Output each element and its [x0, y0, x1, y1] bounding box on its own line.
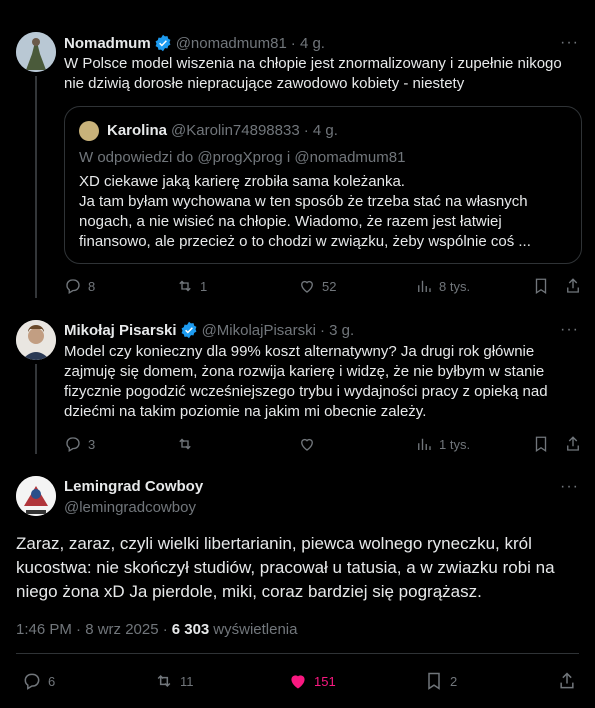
quote-text: XD ciekawe jaką karierę zrobiła sama kol… — [79, 173, 531, 250]
main-views-label: wyświetlenia — [213, 621, 298, 638]
repost-button[interactable] — [176, 435, 200, 453]
quoted-tweet[interactable]: Karolina @Karolin74898833 · 4 g. W odpow… — [64, 106, 582, 264]
quote-avatar — [79, 121, 99, 141]
repost-icon — [179, 438, 191, 450]
divider — [16, 653, 579, 654]
like-count: 52 — [322, 278, 337, 294]
bookmark-icon — [535, 278, 547, 295]
views-button[interactable]: 8 tys. — [415, 277, 470, 295]
thread-line — [35, 76, 37, 298]
heart-icon — [301, 280, 313, 293]
reply-icon — [66, 279, 80, 294]
author-name[interactable]: Mikołaj Pisarski — [64, 322, 177, 339]
views-button[interactable]: 1 tys. — [415, 435, 470, 453]
repost-button[interactable]: 11 — [154, 671, 194, 691]
repost-button[interactable]: 1 — [176, 277, 207, 295]
thread-line — [35, 364, 37, 454]
quote-reply-context: W odpowiedzi do @progXprog i @nomadmum81 — [79, 149, 406, 166]
more-options-icon[interactable]: ··· — [560, 321, 579, 339]
heart-icon — [301, 438, 313, 451]
more-options-icon[interactable]: ··· — [560, 478, 579, 496]
reply-icon — [66, 437, 80, 452]
repost-icon — [179, 280, 191, 292]
heart-filled-icon — [291, 675, 305, 689]
quote-timestamp: · 4 g. — [303, 122, 338, 139]
reply-count: 6 — [48, 673, 56, 689]
repost-count: 11 — [180, 673, 194, 689]
views-icon — [418, 438, 431, 450]
like-button[interactable]: 52 — [298, 277, 336, 295]
author-handle[interactable]: @MikolajPisarski — [202, 322, 316, 339]
bookmark-button[interactable] — [532, 277, 550, 295]
timestamp[interactable]: · 4 g. — [291, 35, 325, 52]
like-button[interactable] — [298, 435, 322, 453]
views-count: 8 tys. — [439, 278, 471, 294]
reply-button[interactable]: 8 — [64, 277, 95, 295]
reply-icon — [24, 673, 40, 690]
author-handle[interactable]: @lemingradcowboy — [64, 499, 196, 516]
bookmark-button[interactable]: 2 — [424, 671, 457, 691]
bookmark-icon — [428, 672, 440, 690]
reply-button[interactable]: 3 — [64, 435, 95, 453]
reply-count: 3 — [88, 436, 96, 452]
author-handle[interactable]: @nomadmum81 — [176, 35, 287, 52]
views-icon — [418, 280, 431, 292]
author-name[interactable]: Lemingrad Cowboy — [64, 478, 203, 495]
action-bar: 8 1 52 8 tys. — [64, 276, 580, 296]
main-tweet-text: Zaraz, zaraz, czyli wielki libertarianin… — [16, 534, 555, 601]
reply-count: 8 — [88, 278, 96, 294]
like-button[interactable]: 151 — [288, 671, 336, 691]
share-button[interactable] — [564, 277, 582, 295]
main-action-bar: 6 11 151 2 — [16, 670, 579, 692]
tweet-text: Model czy konieczny dla 99% koszt altern… — [64, 343, 548, 420]
repost-icon — [157, 674, 171, 688]
action-bar: 3 1 tys. — [64, 434, 580, 454]
repost-count: 1 — [200, 278, 208, 294]
author-name[interactable]: Nomadmum — [64, 35, 151, 52]
verified-badge-icon — [155, 34, 171, 52]
share-button[interactable] — [557, 671, 577, 691]
main-timestamp[interactable]: 1:46 PM · 8 wrz 2025 · — [16, 621, 168, 638]
reply-button[interactable]: 6 — [22, 671, 55, 691]
avatar[interactable] — [16, 320, 56, 360]
bookmark-button[interactable] — [532, 435, 550, 453]
quote-author-name: Karolina — [107, 122, 168, 139]
avatar[interactable] — [16, 476, 56, 516]
share-icon — [560, 672, 574, 689]
more-options-icon[interactable]: ··· — [560, 34, 579, 52]
bookmark-count: 2 — [450, 673, 458, 689]
bookmark-icon — [535, 436, 547, 453]
avatar[interactable] — [16, 32, 56, 72]
views-count: 1 tys. — [439, 436, 471, 452]
like-count: 151 — [314, 673, 336, 689]
share-icon — [567, 278, 579, 293]
share-icon — [567, 436, 579, 451]
main-views-count: 6 303 — [171, 621, 210, 638]
timestamp[interactable]: · 3 g. — [320, 322, 354, 339]
verified-badge-icon — [181, 321, 196, 339]
share-button[interactable] — [564, 435, 582, 453]
quote-author-handle: @Karolin74898833 — [171, 122, 300, 139]
tweet-text: W Polsce model wiszenia na chłopie jest … — [64, 55, 562, 92]
